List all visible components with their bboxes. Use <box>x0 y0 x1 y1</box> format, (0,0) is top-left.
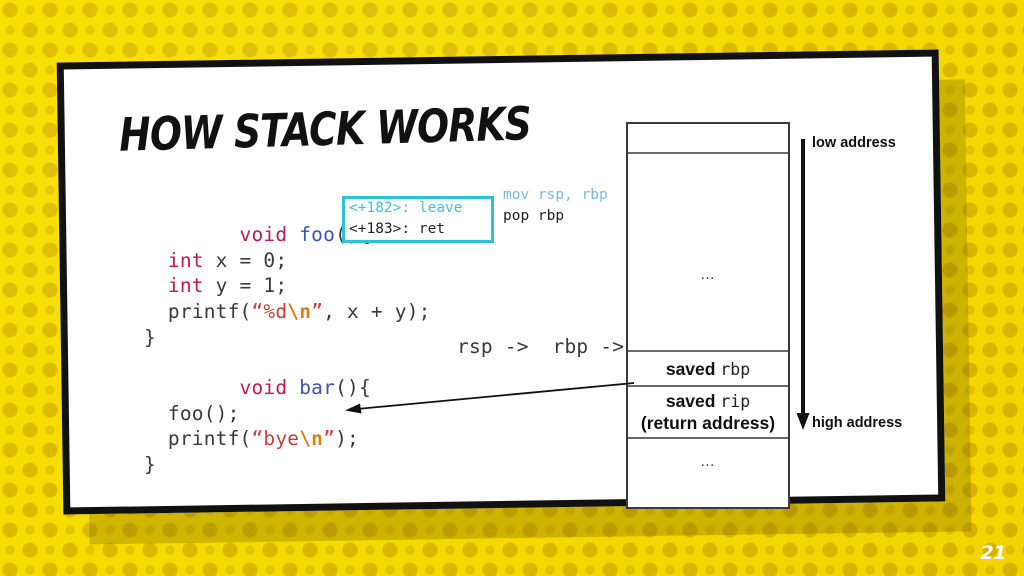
register-pointer-labels: rsp -> rbp -> <box>457 335 625 358</box>
return-address-note: (return address) <box>640 413 776 433</box>
ellipsis-upper: … <box>700 266 716 283</box>
stack-cell-upper-region: … <box>628 154 788 352</box>
stack-diagram: … saved rbp saved rip (return address) … <box>626 122 790 509</box>
saved-rip-register: rip <box>720 392 751 411</box>
page-title: How Stack Works <box>118 96 532 162</box>
low-address-label: low address <box>812 135 896 151</box>
code-token: , x + y); <box>323 300 431 324</box>
stack-cell-top-empty <box>628 124 788 154</box>
code-block-bar: void bar(){ foo(); printf(“bye\n”); } <box>144 349 371 504</box>
code-token: int <box>144 248 216 272</box>
slide-card-content: How Stack Works void foo(){ int x = 0; i… <box>67 63 935 509</box>
code-token: } <box>144 325 156 349</box>
return-address-callout-arrow <box>345 382 635 414</box>
code-token: void <box>239 375 300 399</box>
code-token: “%d <box>251 300 288 324</box>
slide-root: How Stack Works void foo(){ int x = 0; i… <box>0 0 1024 576</box>
stack-cell-lower-region: … <box>628 439 788 507</box>
asm-leave-line: <+182>: leave <box>349 200 463 216</box>
assembly-callout-text: <+182>: leave <+183>: ret <box>349 198 463 240</box>
saved-rip-label: saved <box>665 391 721 411</box>
saved-rbp-label: saved <box>665 359 721 379</box>
assembly-expansion: mov rsp, rbp pop rbp <box>503 185 608 227</box>
asm-mov-line: mov rsp, rbp <box>503 187 608 203</box>
stack-cell-saved-rip: saved rip (return address) <box>628 387 788 439</box>
code-token: void <box>239 222 300 246</box>
code-token: y = 1; <box>215 274 288 298</box>
code-token: \n <box>287 300 312 324</box>
slide-card: How Stack Works void foo(){ int x = 0; i… <box>56 49 946 515</box>
asm-pop-line: pop rbp <box>503 208 565 224</box>
high-address-label: high address <box>812 415 903 431</box>
code-token: printf( <box>144 300 252 324</box>
code-token: } <box>144 453 156 477</box>
code-token: foo(); <box>144 401 240 425</box>
code-token: ” <box>323 427 336 451</box>
code-token: \n <box>299 427 324 451</box>
saved-rbp-register: rbp <box>720 360 751 379</box>
code-token: bar <box>299 375 336 399</box>
page-number: 21 <box>980 542 1007 564</box>
code-token: x = 0; <box>215 248 288 272</box>
asm-ret-line: <+183>: ret <box>349 221 446 237</box>
code-token: int <box>144 274 216 298</box>
stack-cell-saved-rbp: saved rbp <box>628 352 788 387</box>
code-token: “bye <box>251 427 300 451</box>
ellipsis-lower: … <box>700 453 716 470</box>
code-token: ” <box>311 300 324 324</box>
address-direction-arrow <box>796 138 810 430</box>
code-token: ); <box>335 427 359 451</box>
code-token: printf( <box>144 427 252 451</box>
code-token: foo <box>299 222 336 246</box>
